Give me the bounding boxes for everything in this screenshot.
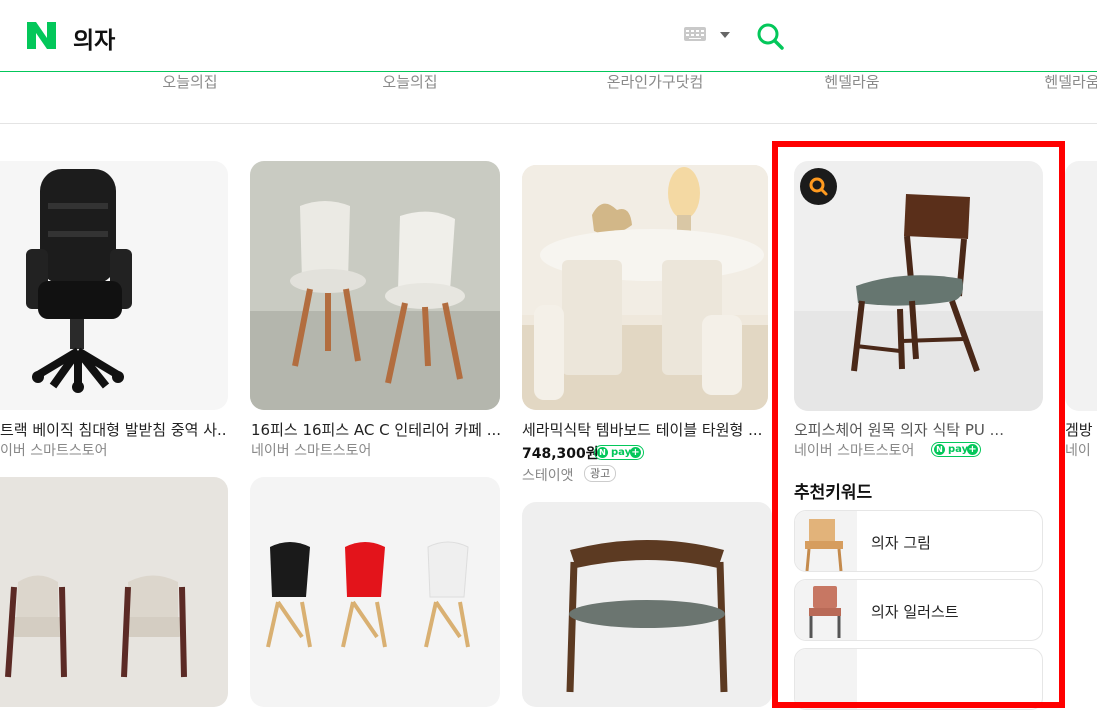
product-title[interactable]: 16피스 16피스 AC C 인테리어 카페 ...: [251, 419, 501, 440]
keyword-label: 의자 일러스트: [871, 603, 959, 621]
product-seller[interactable]: 이버 스마트스토어: [0, 440, 108, 460]
office-chair-image: [26, 169, 132, 393]
naver-pay-badge: N pay +: [594, 445, 644, 460]
naver-pay-badge: N pay +: [931, 442, 981, 457]
product-image[interactable]: [1065, 161, 1097, 411]
keyword-item[interactable]: [794, 648, 1043, 710]
keyword-thumbnail: [795, 649, 857, 709]
dining-table-image: [522, 165, 768, 410]
product-price: 748,300원: [522, 446, 599, 462]
keyboard-icon[interactable]: [684, 27, 706, 41]
keyword-thumbnail: [795, 580, 857, 640]
shop-name[interactable]: 오늘의집: [310, 72, 510, 92]
plus-icon: +: [630, 447, 641, 458]
keyword-item[interactable]: 의자 일러스트: [794, 579, 1043, 641]
product-image[interactable]: [522, 502, 772, 707]
product-seller[interactable]: 스테이앳: [522, 465, 574, 485]
shop-name[interactable]: 오늘의집: [90, 72, 290, 92]
product-title[interactable]: 트랙 베이직 침대형 발받침 중역 사...: [0, 419, 228, 440]
naver-logo-icon[interactable]: [27, 22, 56, 49]
shop-name-row: 오늘의집 오늘의집 온라인가구닷컴 헨델라움 헨델라움: [0, 72, 1097, 124]
search-query[interactable]: 의자: [73, 21, 115, 55]
lens-search-icon[interactable]: [800, 168, 837, 205]
product-seller[interactable]: 네이버 스마트스토어: [251, 440, 371, 460]
white-chair-image: [250, 201, 500, 410]
product-image[interactable]: [522, 165, 768, 410]
keyword-thumbnail: [795, 511, 857, 571]
keyword-label: 의자 그림: [871, 534, 931, 552]
naver-pay-label: pay: [611, 447, 632, 458]
plus-icon: +: [967, 444, 978, 455]
keyword-item[interactable]: 의자 그림: [794, 510, 1043, 572]
search-icon[interactable]: [756, 22, 786, 52]
product-title[interactable]: 오피스체어 원목 의자 식탁 PU ...: [794, 419, 1043, 440]
search-header: 의자: [0, 0, 1097, 72]
product-image[interactable]: [0, 161, 228, 410]
shop-name[interactable]: 온라인가구닷컴: [555, 72, 755, 92]
product-image[interactable]: [250, 161, 500, 410]
product-title[interactable]: 세라믹식탁 템바보드 테이블 타원형 ...: [522, 419, 768, 440]
wooden-armchair-image: [566, 540, 728, 693]
naver-pay-label: pay: [948, 444, 969, 455]
product-seller[interactable]: 네이버 스마트스토어: [794, 440, 914, 460]
shop-name[interactable]: 헨델라움: [752, 72, 952, 92]
recommended-keywords-title: 추천키워드: [794, 483, 873, 503]
naver-pay-n-icon: N: [934, 444, 945, 455]
product-title[interactable]: 겜방: [1065, 419, 1097, 440]
chevron-down-icon[interactable]: [720, 32, 730, 38]
naver-pay-n-icon: N: [597, 447, 608, 458]
product-seller[interactable]: 네이: [1065, 440, 1091, 460]
shop-name[interactable]: 헨델라움: [972, 72, 1097, 92]
ad-badge[interactable]: 광고: [584, 465, 617, 482]
